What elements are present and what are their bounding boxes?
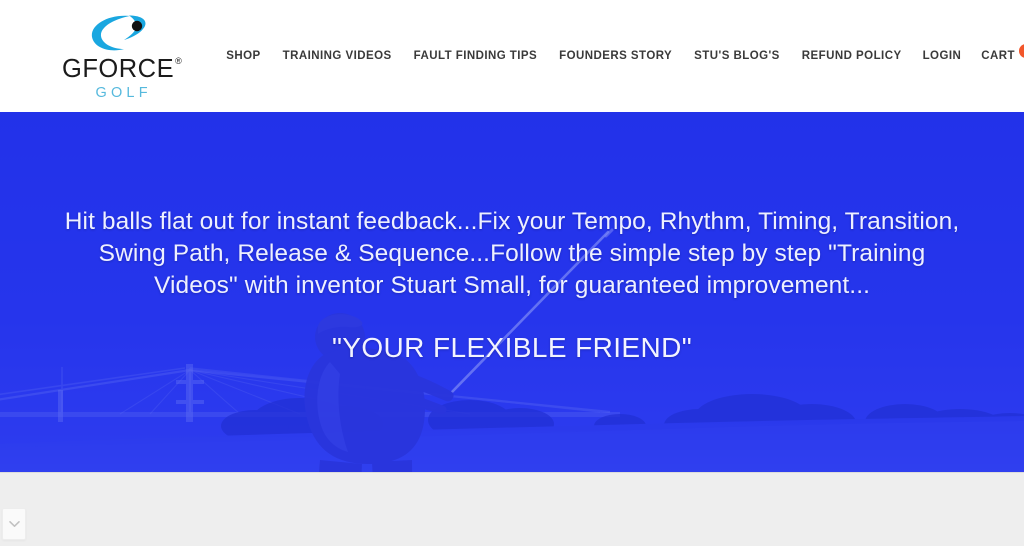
login-link[interactable]: LOGIN	[913, 44, 972, 68]
nav-fault-finding-tips[interactable]: FAULT FINDING TIPS	[403, 44, 549, 68]
hero-content: Hit balls flat out for instant feedback.…	[0, 112, 1024, 472]
below-fold-section	[0, 472, 1024, 546]
header-utilities: LOGIN CART 0	[913, 40, 1024, 72]
registered-trademark-symbol: ®	[175, 56, 183, 66]
cart-count-badge: 0	[1019, 44, 1024, 58]
chevron-down-icon[interactable]	[2, 508, 26, 540]
site-logo[interactable]: GFORCE® GOLF	[62, 12, 183, 101]
site-header: GFORCE® GOLF SHOP TRAINING VIDEOS FAULT …	[0, 0, 1024, 112]
nav-stus-blogs[interactable]: STU'S BLOG'S	[683, 44, 791, 68]
cart-link[interactable]: CART 0	[971, 43, 1024, 69]
logo-subtitle: GOLF	[95, 85, 152, 101]
hero-banner: Hit balls flat out for instant feedback.…	[0, 112, 1024, 472]
cart-label: CART	[981, 50, 1015, 62]
nav-training-videos[interactable]: TRAINING VIDEOS	[272, 44, 403, 68]
nav-shop[interactable]: SHOP	[215, 44, 271, 68]
logo-wordmark: GFORCE®	[62, 54, 183, 83]
hero-paragraph: Hit balls flat out for instant feedback.…	[64, 208, 960, 299]
golf-swoosh-ball-icon	[86, 12, 158, 56]
main-navigation: SHOP TRAINING VIDEOS FAULT FINDING TIPS …	[215, 44, 912, 68]
nav-founders-story[interactable]: FOUNDERS STORY	[548, 44, 683, 68]
nav-refund-policy[interactable]: REFUND POLICY	[791, 44, 913, 68]
hero-tagline: "YOUR FLEXIBLE FRIEND"	[331, 332, 693, 363]
